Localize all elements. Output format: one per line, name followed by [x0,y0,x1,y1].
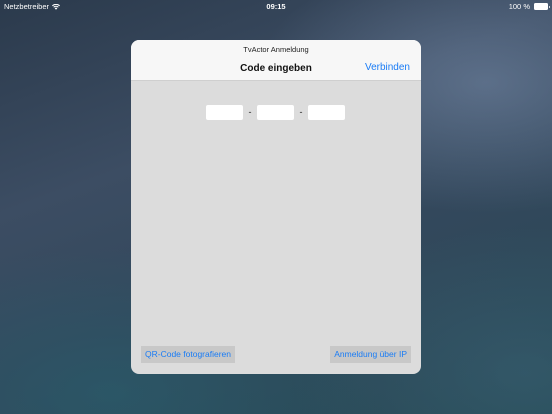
login-dialog: TvActor Anmeldung Code eingeben Verbinde… [131,40,421,374]
battery-group: 100 % [508,2,550,11]
code-separator: - [299,107,303,117]
code-field-1[interactable] [206,105,243,120]
ip-login-button[interactable]: Anmeldung über IP [330,346,411,363]
connect-button[interactable]: Verbinden [365,62,410,73]
code-separator: - [248,107,252,117]
code-field-3[interactable] [308,105,345,120]
battery-percent: 100 % [508,2,530,11]
status-bar: Netzbetreiber 09:15 100 % [0,0,552,12]
battery-icon [534,3,550,10]
clock: 09:15 [266,2,286,11]
code-field-2[interactable] [257,105,294,120]
dialog-nav-bar: TvActor Anmeldung Code eingeben Verbinde… [131,40,421,81]
qr-code-button[interactable]: QR-Code fotografieren [141,346,235,363]
dialog-prompt: TvActor Anmeldung [243,45,309,54]
